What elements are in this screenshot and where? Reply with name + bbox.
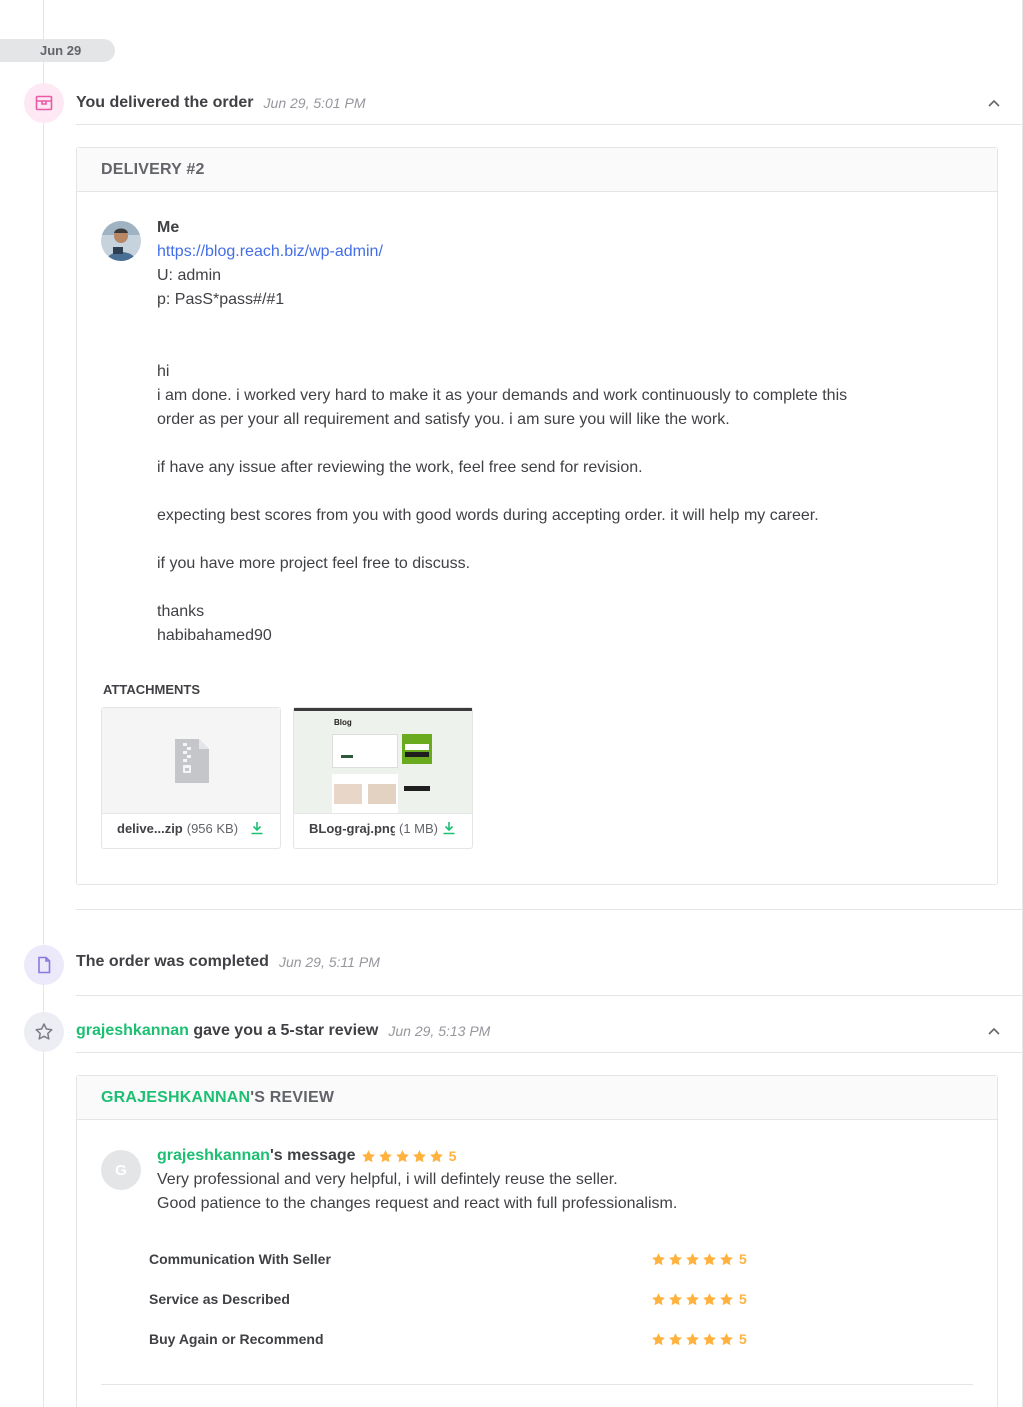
star-icon <box>686 1332 699 1345</box>
package-icon <box>24 83 64 123</box>
review-header: GRAJESHKANNAN 'S REVIEW <box>77 1076 997 1120</box>
star-icon <box>720 1332 733 1345</box>
date-pill: Jun 29 <box>0 39 115 62</box>
review-header-rest: 'S REVIEW <box>250 1088 335 1106</box>
event-delivered: You delivered the order Jun 29, 5:01 PM <box>76 92 1001 114</box>
review-header-user: GRAJESHKANNAN <box>101 1088 251 1106</box>
review-msg-label: 's message <box>269 1147 356 1164</box>
timeline-line <box>43 0 44 1407</box>
sub-rating-row: Communication With Seller 5 <box>149 1248 797 1270</box>
thumb-title: Blog <box>334 718 352 727</box>
sub-rating-row: Buy Again or Recommend 5 <box>149 1328 797 1350</box>
message-line: i am done. i worked very hard to make it… <box>157 387 848 404</box>
chevron-up-icon[interactable] <box>987 96 1001 110</box>
review-user-link[interactable]: grajeshkannan <box>76 1022 189 1039</box>
delivery-link[interactable]: https://blog.reach.biz/wp-admin/ <box>157 243 383 260</box>
event-time: Jun 29, 5:13 PM <box>388 1023 491 1039</box>
divider <box>101 1384 973 1385</box>
star-icon <box>395 1149 409 1162</box>
star-icon <box>652 1292 665 1305</box>
delivery-header: DELIVERY #2 <box>77 148 997 192</box>
star-icon <box>669 1332 682 1345</box>
divider <box>76 995 1023 996</box>
divider <box>76 1052 1023 1053</box>
review-text-line: Very professional and very helpful, i wi… <box>157 1171 618 1188</box>
star-icon <box>686 1292 699 1305</box>
document-icon <box>24 945 64 985</box>
sub-rating-value: 5 <box>739 1331 747 1347</box>
divider <box>76 909 1023 910</box>
sub-rating-stars: 5 <box>651 1291 747 1307</box>
sender-name: Me <box>157 219 180 236</box>
event-title: The order was completed <box>76 953 269 970</box>
star-icon <box>703 1332 716 1345</box>
attachment-zip[interactable]: delive...zip (956 KB) <box>101 707 281 849</box>
star-outline-icon <box>24 1012 64 1052</box>
rating-value: 5 <box>448 1148 457 1164</box>
star-icon <box>361 1149 375 1162</box>
star-icon <box>703 1292 716 1305</box>
message-line: p: PasS*pass#/#1 <box>157 291 285 308</box>
delivery-message: Me https://blog.reach.biz/wp-admin/ U: a… <box>157 216 977 648</box>
chevron-up-icon[interactable] <box>987 1024 1001 1038</box>
star-icon <box>669 1252 682 1265</box>
star-icon <box>412 1149 426 1162</box>
event-title: gave you a 5-star review <box>188 1022 379 1039</box>
review-message: grajeshkannan's message 5 Very professio… <box>157 1144 977 1216</box>
review-card: GRAJESHKANNAN 'S REVIEW G grajeshkannan's… <box>76 1075 998 1407</box>
message-line: if have any issue after reviewing the wo… <box>157 459 643 476</box>
attachment-size: (1 MB) <box>399 820 438 836</box>
message-line: habibahamed90 <box>157 627 272 644</box>
review-msg-user[interactable]: grajeshkannan <box>157 1147 270 1164</box>
star-icon <box>652 1332 665 1345</box>
zip-file-icon <box>175 738 209 783</box>
event-completed: The order was completed Jun 29, 5:11 PM <box>76 951 1001 973</box>
star-icon <box>703 1252 716 1265</box>
attachment-png[interactable]: Blog BLog-graj.png (1 MB) <box>293 707 473 849</box>
event-title: You delivered the order <box>76 94 254 111</box>
review-stars: 5 <box>361 1144 457 1168</box>
delivery-card: DELIVERY #2 Me https://blog.reach.biz/wp… <box>76 147 998 885</box>
attachment-name: delive...zip <box>117 820 183 836</box>
attachment-name: BLog-graj.png <box>309 820 395 836</box>
sub-rating-value: 5 <box>739 1251 747 1267</box>
message-line: expecting best scores from you with good… <box>157 507 819 524</box>
message-line: if you have more project feel free to di… <box>157 555 471 572</box>
star-icon <box>686 1252 699 1265</box>
sub-rating-label: Communication With Seller <box>149 1251 331 1267</box>
message-line: thanks <box>157 603 205 620</box>
star-icon <box>378 1149 392 1162</box>
sub-rating-stars: 5 <box>651 1331 747 1347</box>
attachments-title: ATTACHMENTS <box>103 682 201 697</box>
sub-rating-row: Service as Described 5 <box>149 1288 797 1310</box>
star-icon <box>652 1252 665 1265</box>
image-thumbnail: Blog <box>294 708 472 814</box>
event-time: Jun 29, 5:01 PM <box>263 95 366 111</box>
star-icon <box>720 1252 733 1265</box>
download-icon[interactable] <box>442 821 456 835</box>
avatar: G <box>101 1150 141 1190</box>
star-icon <box>720 1292 733 1305</box>
sub-rating-stars: 5 <box>651 1251 747 1267</box>
message-line: hi <box>157 363 170 380</box>
sub-rating-value: 5 <box>739 1291 747 1307</box>
divider <box>76 124 1023 125</box>
sub-rating-label: Service as Described <box>149 1291 290 1307</box>
star-icon <box>669 1292 682 1305</box>
avatar <box>101 221 141 261</box>
sub-rating-label: Buy Again or Recommend <box>149 1331 324 1347</box>
event-review: grajeshkannan gave you a 5-star review J… <box>76 1020 1001 1042</box>
event-time: Jun 29, 5:11 PM <box>278 954 380 970</box>
star-icon <box>429 1149 443 1162</box>
attachment-size: (956 KB) <box>186 820 239 836</box>
message-line: order as per your all requirement and sa… <box>157 411 730 428</box>
review-text-line: Good patience to the changes request and… <box>157 1195 678 1212</box>
message-line: U: admin <box>157 267 222 284</box>
download-icon[interactable] <box>250 821 264 835</box>
